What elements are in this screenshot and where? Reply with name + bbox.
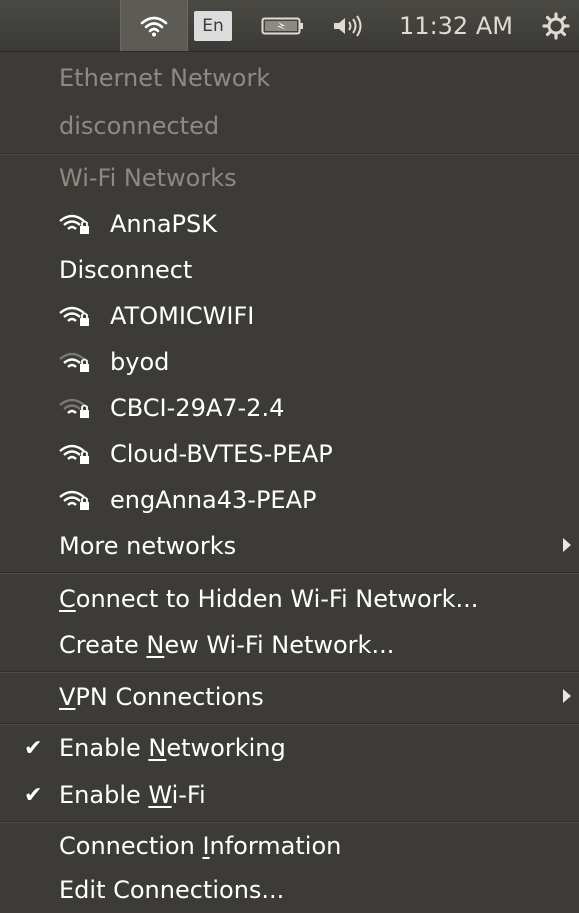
check-icon: ✔ xyxy=(24,782,43,808)
network-item-atomicwifi[interactable]: ATOMICWIFI xyxy=(0,293,579,339)
network-item-annapsk[interactable]: AnnaPSK xyxy=(0,201,579,247)
volume-indicator[interactable] xyxy=(323,0,373,51)
submenu-arrow-icon xyxy=(563,538,571,552)
wifi-secure-weak-icon xyxy=(59,398,89,418)
enable-networking-item[interactable]: ✔ Enable Networking xyxy=(0,724,579,772)
network-item-cloud-bvtes[interactable]: Cloud-BVTES-PEAP xyxy=(0,431,579,477)
wifi-icon xyxy=(140,16,168,36)
enable-wifi-item[interactable]: ✔ Enable Wi-Fi xyxy=(0,771,579,819)
keyboard-layout-indicator[interactable]: En xyxy=(192,0,234,51)
volume-icon xyxy=(334,14,362,37)
keyboard-layout-icon: En xyxy=(194,10,232,41)
battery-icon xyxy=(261,17,303,34)
more-networks-item[interactable]: More networks xyxy=(0,523,579,569)
network-item-cbci[interactable]: CBCI-29A7-2.4 xyxy=(0,385,579,431)
ethernet-header: Ethernet Network xyxy=(59,64,271,92)
wifi-secure-icon xyxy=(59,214,89,234)
wifi-secure-icon xyxy=(59,306,89,326)
session-gear-icon[interactable] xyxy=(538,0,574,51)
gear-icon xyxy=(542,11,570,40)
network-item-enganna43[interactable]: engAnna43-PEAP xyxy=(0,477,579,523)
wifi-secure-icon xyxy=(59,444,89,464)
clock[interactable]: 11:32 AM xyxy=(386,0,526,51)
wifi-secure-icon xyxy=(59,490,89,510)
vpn-connections-item[interactable]: VPN Connections xyxy=(0,673,579,721)
wifi-indicator[interactable] xyxy=(120,0,188,51)
disconnect-item[interactable]: Disconnect xyxy=(0,247,579,293)
check-icon: ✔ xyxy=(24,735,43,761)
network-menu: Ethernet Network disconnected Wi-Fi Netw… xyxy=(0,52,579,913)
wifi-networks-header: Wi-Fi Networks xyxy=(59,164,237,192)
top-panel: En 11:32 AM xyxy=(0,0,579,52)
connect-hidden-network-item[interactable]: Connect to Hidden Wi-Fi Network... xyxy=(0,574,579,624)
edit-connections-item[interactable]: Edit Connections... xyxy=(0,867,579,913)
create-new-network-item[interactable]: Create New Wi-Fi Network... xyxy=(0,620,579,670)
connection-information-item[interactable]: Connection Information xyxy=(0,823,579,869)
battery-indicator[interactable] xyxy=(256,0,310,51)
wifi-secure-medium-icon xyxy=(59,352,89,372)
submenu-arrow-icon xyxy=(563,689,571,703)
network-item-byod[interactable]: byod xyxy=(0,339,579,385)
ethernet-status: disconnected xyxy=(59,112,220,140)
